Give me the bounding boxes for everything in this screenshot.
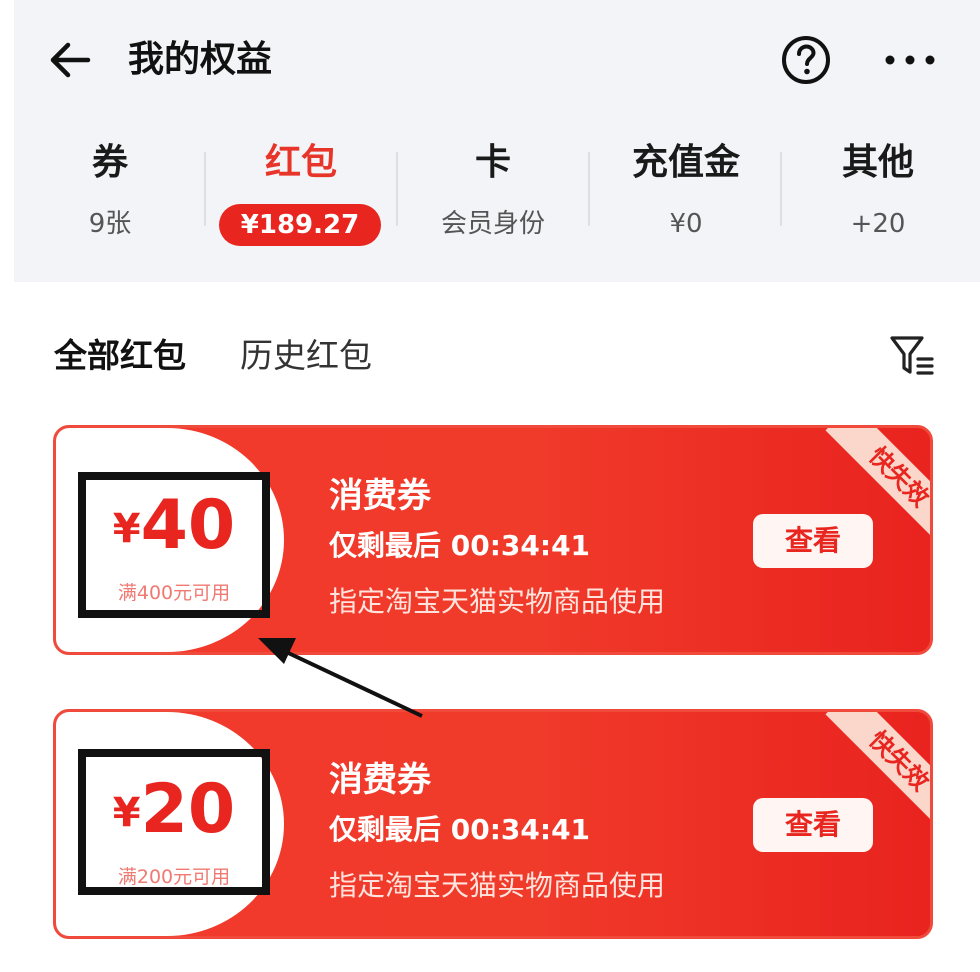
expiring-ribbon: 快失效 (800, 428, 930, 558)
coupon-threshold: 满200元可用 (117, 866, 231, 888)
tab-sub: +20 (850, 209, 906, 239)
sub-tab-history[interactable]: 历史红包 (240, 326, 372, 386)
nav-bar: 我的权益 (0, 0, 980, 120)
ribbon-label: 快失效 (825, 428, 930, 551)
tab-sub: 会员身份 (440, 209, 545, 239)
page: 我的权益 券 9张 红包 ¥189.27 卡 会员身份 充值金 ¥0 其他 +2… (0, 0, 980, 972)
tab-other[interactable]: 其他 +20 (782, 130, 974, 260)
tab-coupons[interactable]: 券 9张 (14, 130, 206, 260)
coupon-title: 消费券 (329, 760, 431, 800)
coupon-title: 消费券 (329, 476, 431, 516)
benefit-tabs: 券 9张 红包 ¥189.27 卡 会员身份 充值金 ¥0 其他 +20 (14, 130, 980, 260)
expiring-ribbon: 快失效 (800, 712, 930, 842)
tab-recharge[interactable]: 充值金 ¥0 (590, 130, 782, 260)
tab-sub: ¥0 (669, 209, 703, 239)
coupon-threshold: 满400元可用 (117, 582, 231, 604)
tab-label: 其他 (841, 142, 914, 183)
coupon-card[interactable]: ¥20 满200元可用 消费券 仅剩最后 00:34:41 指定淘宝天猫实物商品… (53, 709, 933, 939)
tab-count: 9张 (88, 209, 132, 239)
sub-tabs: 全部红包 历史红包 (0, 326, 980, 386)
coupon-amount: ¥20 (88, 770, 260, 849)
arrow-left-icon (50, 42, 91, 78)
filter-icon (890, 336, 934, 375)
tab-label: 红包 (264, 142, 337, 183)
coupon-timer: 仅剩最后 00:34:41 (329, 529, 591, 562)
help-button[interactable] (780, 34, 832, 86)
page-title: 我的权益 (128, 39, 273, 80)
amount-value: 40 (140, 486, 236, 565)
tab-cards[interactable]: 卡 会员身份 (397, 130, 589, 260)
back-button[interactable] (44, 34, 96, 86)
coupon-description: 指定淘宝天猫实物商品使用 (329, 585, 666, 618)
red-packet-balance-badge: ¥189.27 (219, 204, 381, 246)
coupon-description: 指定淘宝天猫实物商品使用 (329, 869, 666, 902)
tab-label: 充值金 (631, 142, 740, 183)
ellipsis-icon (885, 55, 935, 65)
coupon-amount: ¥40 (88, 486, 260, 565)
coupon-timer: 仅剩最后 00:34:41 (329, 813, 591, 846)
tab-label: 卡 (474, 142, 511, 183)
amount-value: 20 (140, 770, 236, 849)
sub-tab-all[interactable]: 全部红包 (54, 326, 186, 386)
tab-label: 券 (91, 142, 128, 183)
filter-button[interactable] (888, 332, 936, 380)
ribbon-label: 快失效 (825, 712, 930, 835)
currency-symbol: ¥ (112, 790, 141, 836)
currency-symbol: ¥ (112, 506, 141, 552)
question-circle-icon (782, 36, 830, 84)
coupon-card[interactable]: ¥40 满400元可用 消费券 仅剩最后 00:34:41 指定淘宝天猫实物商品… (53, 425, 933, 655)
more-button[interactable] (882, 34, 938, 86)
